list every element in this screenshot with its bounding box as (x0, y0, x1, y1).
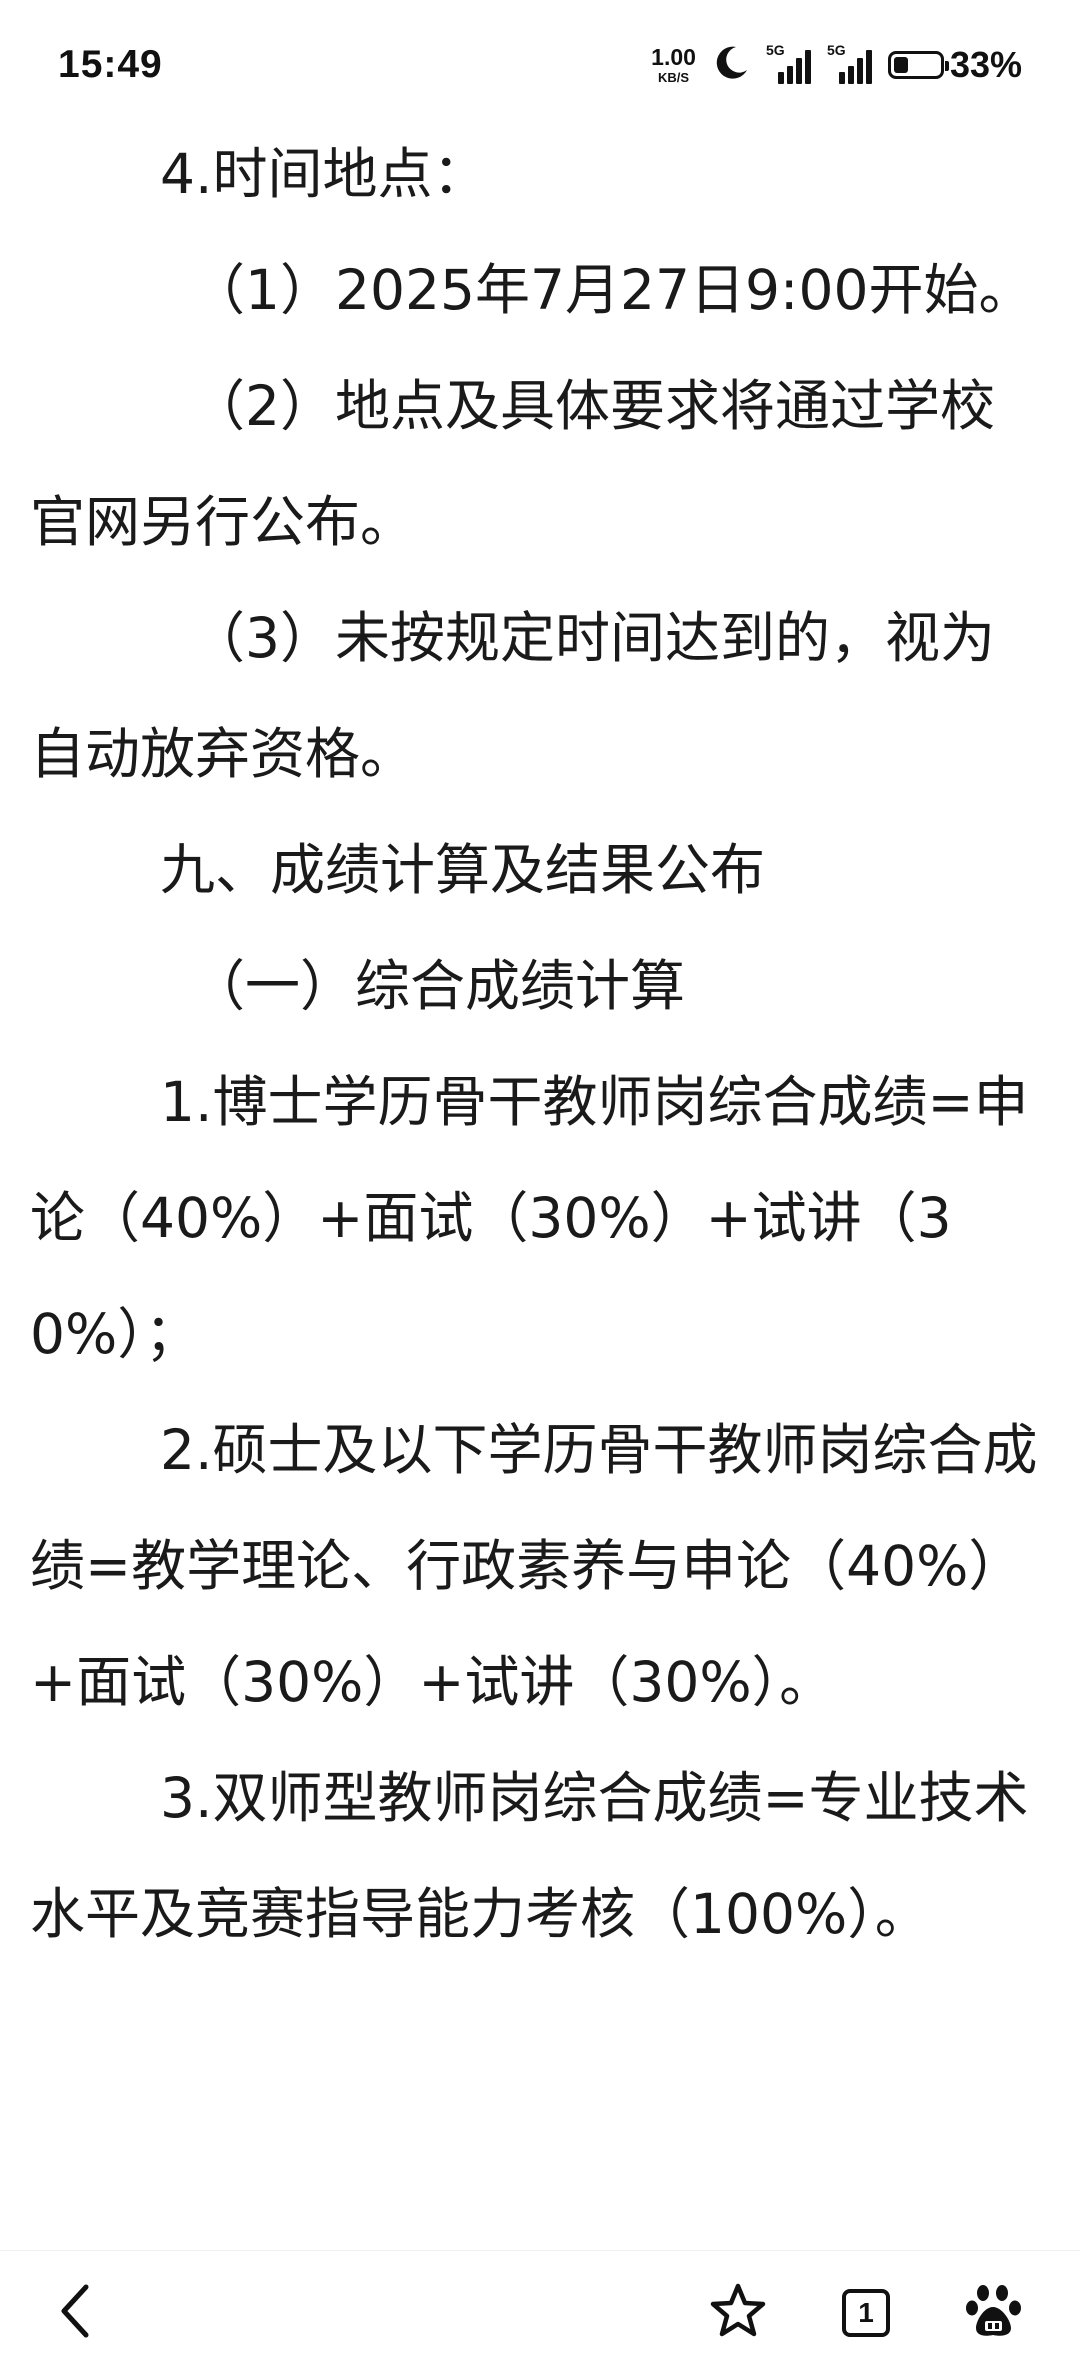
signal-icon: 5G (827, 42, 872, 84)
signal-1-label: 5G (765, 42, 785, 58)
moon-icon (712, 44, 750, 86)
tabs-icon: 1 (842, 2289, 890, 2337)
battery-fill (893, 57, 909, 73)
battery-body (887, 51, 949, 79)
bottom-nav-bar: 1 (0, 2250, 1080, 2377)
network-speed: 1.00 KB/S (651, 44, 696, 85)
paragraph-master-formula: 2.硕士及以下学历骨干教师岗综合成绩=教学理论、行政素养与申论（40%）+面试（… (30, 1418, 1038, 1714)
battery-percent: 33% (949, 44, 1022, 85)
battery-icon: 33% (887, 44, 1022, 86)
section-heading-scores: 九、成绩计算及结果公布 (160, 838, 766, 902)
status-time: 15:49 (58, 43, 163, 86)
signal-2-label: 5G (826, 42, 846, 58)
back-button[interactable] (36, 2273, 116, 2353)
paragraph-doctoral-formula: 1.博士学历骨干教师岗综合成绩=申论（40%）+面试（30%）+试讲（30%）； (30, 1070, 1029, 1366)
status-icons: 1.00 KB/S 5G 5G 33% (651, 42, 1022, 86)
network-speed-value: 1.00 (651, 44, 696, 70)
status-bar: 15:49 1.00 KB/S 5G 5G 33% (0, 0, 1080, 130)
baidu-paw-icon (964, 2281, 1024, 2345)
tabs-button[interactable]: 1 (826, 2273, 906, 2353)
paragraph-dual-teacher-formula: 3.双师型教师岗综合成绩=专业技术水平及竞赛指导能力考核（100%）。 (30, 1766, 1029, 1946)
subsection-heading-composite: （一）综合成绩计算 (190, 954, 686, 1018)
star-icon (708, 2281, 768, 2345)
favorite-button[interactable] (698, 2273, 778, 2353)
paragraph-time-location: 4.时间地点： (160, 142, 488, 206)
paragraph-location: （2）地点及具体要求将通过学校官网另行公布。 (30, 374, 995, 554)
article-content: 4.时间地点： （1）2025年7月27日9:00开始。 （2）地点及具体要求将… (30, 116, 1040, 1972)
back-arrow-icon (54, 2281, 98, 2345)
signal-icon: 5G (766, 42, 811, 84)
paragraph-start-time: （1）2025年7月27日9:00开始。 (190, 258, 1034, 322)
network-speed-unit: KB/S (658, 70, 690, 85)
tab-count: 1 (858, 2297, 874, 2328)
paragraph-late-rule: （3）未按规定时间达到的，视为自动放弃资格。 (30, 606, 995, 786)
baidu-button[interactable] (954, 2273, 1034, 2353)
